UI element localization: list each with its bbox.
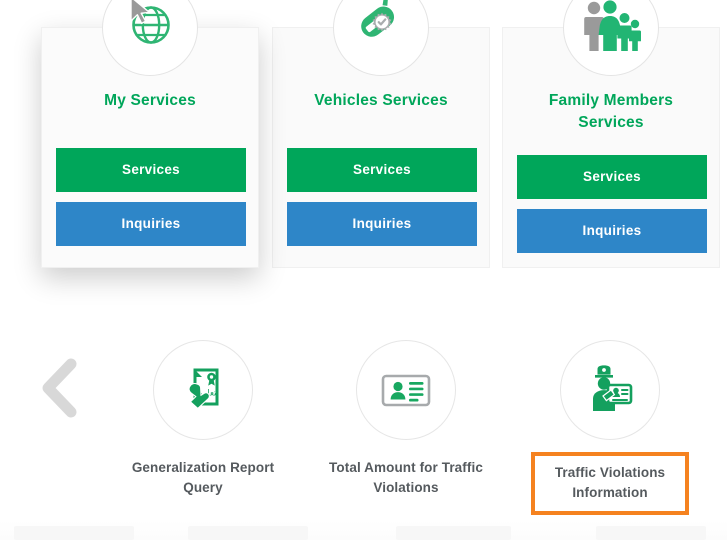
services-button[interactable]: Services [287,148,477,192]
carousel-item-label-line1: Total Amount for Traffic [329,460,483,475]
service-card-my-services[interactable]: My Services Services Inquiries [41,0,259,268]
page-bottom-cutoff [0,520,727,540]
carousel-item-label-line1: Traffic Violations [554,465,666,480]
service-card-family-members-services[interactable]: Family Members Services Services Inquiri… [502,0,720,268]
service-card-title: Vehicles Services [314,92,448,109]
service-card-title: My Services [104,92,196,109]
bottom-ghost-block [396,526,511,540]
inquiries-button[interactable]: Inquiries [287,202,477,246]
carousel-item-total-amount-for-traffic-violations[interactable]: Total Amount for Traffic Violations [306,340,506,498]
bottom-ghost-block [596,526,706,540]
service-card-title: Family Members Services [511,90,711,134]
services-button[interactable]: Services [517,155,707,199]
service-card-vehicles-services[interactable]: Vehicles Services Services Inquiries [272,0,490,268]
carousel-item-label: Total Amount for Traffic Violations [306,458,506,498]
chevron-left-icon[interactable] [38,358,84,418]
bottom-ghost-block [14,526,134,540]
globe-cursor-icon [102,0,198,76]
hand-holding-certificate-icon: تعاميم [153,340,253,440]
service-card-title-line1: Family Members [548,92,674,109]
carousel-item-label-highlighted: Traffic Violations Information [531,452,689,515]
inquiries-button[interactable]: Inquiries [517,209,707,253]
car-key-gear-check-icon [333,0,429,76]
page-stage: My Services Services Inquiries Vehicles … [0,0,727,540]
family-members-icon [563,0,659,76]
police-officer-ticket-icon [560,340,660,440]
bottom-ghost-block [188,526,308,540]
id-card-icon [356,340,456,440]
carousel-item-label-line1: Generalization Report [131,460,275,475]
inquiries-button[interactable]: Inquiries [56,202,246,246]
carousel-item-label: Generalization Report Query [103,458,303,498]
carousel-item-traffic-violations-information[interactable]: Traffic Violations Information [510,340,710,515]
carousel-item-label-line2: Information [572,485,648,500]
carousel-item-label-line2: Violations [373,480,439,495]
service-card-title-line2: Services [578,114,644,131]
service-cards-row: My Services Services Inquiries Vehicles … [0,0,727,300]
carousel-item-label-line2: Query [183,480,223,495]
services-button[interactable]: Services [56,148,246,192]
carousel-item-generalization-report-query[interactable]: تعاميم Generalization Report Query [103,340,303,498]
